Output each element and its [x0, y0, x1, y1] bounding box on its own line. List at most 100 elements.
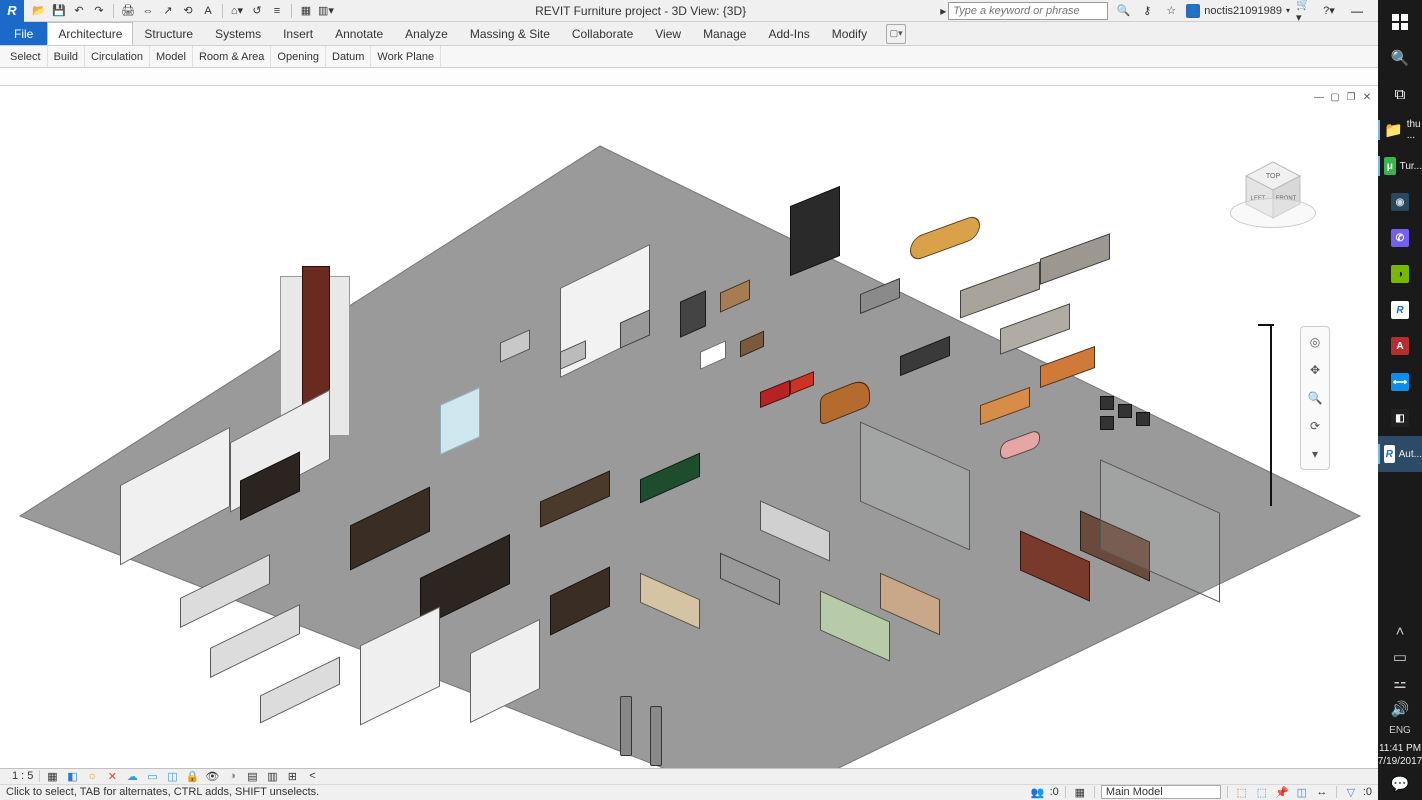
sun-path-icon[interactable]: ☼	[84, 769, 100, 783]
viewport-3d[interactable]: — ▢ ❐ ✕ TOP LEFT FRONT ◎ ✥ 🔍 ⟳ ▾	[0, 86, 1378, 768]
exchange-icon[interactable]: 🛒▾	[1296, 2, 1314, 20]
steam-icon[interactable]: ◉	[1378, 184, 1422, 220]
app-square-icon[interactable]: ◧	[1378, 400, 1422, 436]
align-icon[interactable]: ↗	[159, 2, 177, 20]
text-icon[interactable]: A	[199, 2, 217, 20]
volume-icon[interactable]: 🔊	[1378, 699, 1422, 719]
sync-icon[interactable]: ↺	[248, 2, 266, 20]
visual-style-icon[interactable]: ◧	[64, 769, 80, 783]
help-icon[interactable]: ?▾	[1320, 2, 1338, 20]
utorrent-icon[interactable]: μTur...	[1378, 148, 1422, 184]
detail-level-icon[interactable]: ▦	[44, 769, 60, 783]
pin-icon[interactable]: ⟲	[179, 2, 197, 20]
rendering-icon[interactable]: ☁	[124, 769, 140, 783]
tab-modify[interactable]: Modify	[821, 22, 878, 45]
view-close-icon[interactable]: ✕	[1360, 90, 1374, 104]
select-links-icon[interactable]: ⬚	[1234, 785, 1250, 799]
panel-opening[interactable]: Opening	[271, 46, 326, 67]
wifi-icon[interactable]: ⚍	[1378, 673, 1422, 693]
teamviewer-icon[interactable]: ⟷	[1378, 364, 1422, 400]
scale-display[interactable]: 1 : 5	[6, 770, 40, 782]
zoom-icon[interactable]: 🔍	[1304, 387, 1326, 409]
shadows-icon[interactable]: ✕	[104, 769, 120, 783]
redo-icon[interactable]: ↷	[90, 2, 108, 20]
pan-icon[interactable]: ✥	[1304, 359, 1326, 381]
search-go-icon[interactable]: 🔍	[1114, 2, 1132, 20]
measure-icon[interactable]: ⇔	[139, 2, 157, 20]
tab-architecture[interactable]: Architecture	[47, 22, 133, 45]
design-options-select[interactable]: Main Model	[1101, 785, 1221, 799]
section-icon[interactable]: ≡	[268, 2, 286, 20]
ribbon-playback-icon[interactable]: ▢▾	[886, 24, 906, 44]
viewbar-chevron-icon[interactable]: <	[304, 769, 320, 783]
select-face-icon[interactable]: ◫	[1294, 785, 1310, 799]
tab-annotate[interactable]: Annotate	[324, 22, 394, 45]
undo-icon[interactable]: ↶	[70, 2, 88, 20]
open-icon[interactable]: 📂	[30, 2, 48, 20]
print-icon[interactable]: 🖨	[119, 2, 137, 20]
favorite-icon[interactable]: ☆	[1162, 2, 1180, 20]
view-maximize-icon[interactable]: ▢	[1328, 90, 1342, 104]
panel-circulation[interactable]: Circulation	[85, 46, 150, 67]
task-view-icon[interactable]: ⧉	[1378, 76, 1422, 112]
battery-icon[interactable]: ▭	[1378, 647, 1422, 667]
tray-chevron-icon[interactable]: ˄	[1378, 621, 1422, 641]
user-account[interactable]: 👤 noctis21091989 ▾	[1186, 4, 1290, 18]
save-icon[interactable]: 💾	[50, 2, 68, 20]
tab-massing-site[interactable]: Massing & Site	[459, 22, 561, 45]
nvidia-icon[interactable]: ◑	[1378, 256, 1422, 292]
tab-analyze[interactable]: Analyze	[394, 22, 459, 45]
minimize-button[interactable]: —	[1344, 0, 1370, 22]
search-taskbar-icon[interactable]: 🔍	[1378, 40, 1422, 76]
autocad-icon[interactable]: A	[1378, 328, 1422, 364]
panel-model[interactable]: Model	[150, 46, 193, 67]
tab-structure[interactable]: Structure	[133, 22, 204, 45]
signin-icon[interactable]: ⚷	[1138, 2, 1156, 20]
editable-icon[interactable]: ▦	[1072, 785, 1088, 799]
panel-datum[interactable]: Datum	[326, 46, 371, 67]
action-center-icon[interactable]: 💬	[1378, 774, 1422, 794]
crop-show-icon[interactable]: ◫	[164, 769, 180, 783]
file-tab[interactable]: File	[0, 22, 47, 45]
clock[interactable]: 11:41 PM 7/19/2017	[1378, 742, 1422, 768]
tab-insert[interactable]: Insert	[272, 22, 324, 45]
tab-systems[interactable]: Systems	[204, 22, 272, 45]
view-cascade-icon[interactable]: ❐	[1344, 90, 1358, 104]
constraints-icon[interactable]: ⊞	[284, 769, 300, 783]
worksets-icon[interactable]: 👥	[1030, 785, 1046, 799]
revit-running-icon[interactable]: RAut...	[1378, 436, 1422, 472]
drag-icon[interactable]: ↔	[1314, 785, 1330, 799]
navbar-expand-icon[interactable]: ▾	[1304, 443, 1326, 465]
language-indicator[interactable]: ENG	[1389, 725, 1411, 736]
panel-build[interactable]: Build	[48, 46, 85, 67]
crop-icon[interactable]: ▭	[144, 769, 160, 783]
steering-wheel-icon[interactable]: ◎	[1304, 331, 1326, 353]
viber-icon[interactable]: ✆	[1378, 220, 1422, 256]
tab-view[interactable]: View	[644, 22, 692, 45]
viewcube-compass-ring[interactable]	[1230, 198, 1316, 228]
explorer-folder-icon[interactable]: 📁thu ...	[1378, 112, 1422, 148]
analytical-icon[interactable]: ▤	[244, 769, 260, 783]
tab-manage[interactable]: Manage	[692, 22, 757, 45]
view-minimize-icon[interactable]: —	[1312, 90, 1326, 104]
select-pinned-icon[interactable]: 📌	[1274, 785, 1290, 799]
home-3d-icon[interactable]: ⌂▾	[228, 2, 246, 20]
highlight-icon[interactable]: ▥	[264, 769, 280, 783]
tab-addins[interactable]: Add-Ins	[757, 22, 820, 45]
orbit-icon[interactable]: ⟳	[1304, 415, 1326, 437]
filter-icon[interactable]: ▽	[1343, 785, 1359, 799]
temp-hide-icon[interactable]: 👁	[204, 769, 220, 783]
revit-pinned-icon[interactable]: R	[1378, 292, 1422, 328]
close-hidden-icon[interactable]: ▥▾	[317, 2, 335, 20]
select-underlay-icon[interactable]: ⬚	[1254, 785, 1270, 799]
tab-collaborate[interactable]: Collaborate	[561, 22, 644, 45]
start-button[interactable]	[1378, 4, 1422, 40]
panel-select[interactable]: Select	[4, 46, 48, 67]
lock-3d-icon[interactable]: 🔒	[184, 769, 200, 783]
reveal-icon[interactable]: ◑	[224, 769, 240, 783]
view-cube[interactable]: TOP LEFT FRONT	[1228, 146, 1318, 236]
panel-room-area[interactable]: Room & Area	[193, 46, 271, 67]
search-input[interactable]	[948, 2, 1108, 20]
panel-work-plane[interactable]: Work Plane	[371, 46, 441, 67]
thin-lines-icon[interactable]: ▦	[297, 2, 315, 20]
